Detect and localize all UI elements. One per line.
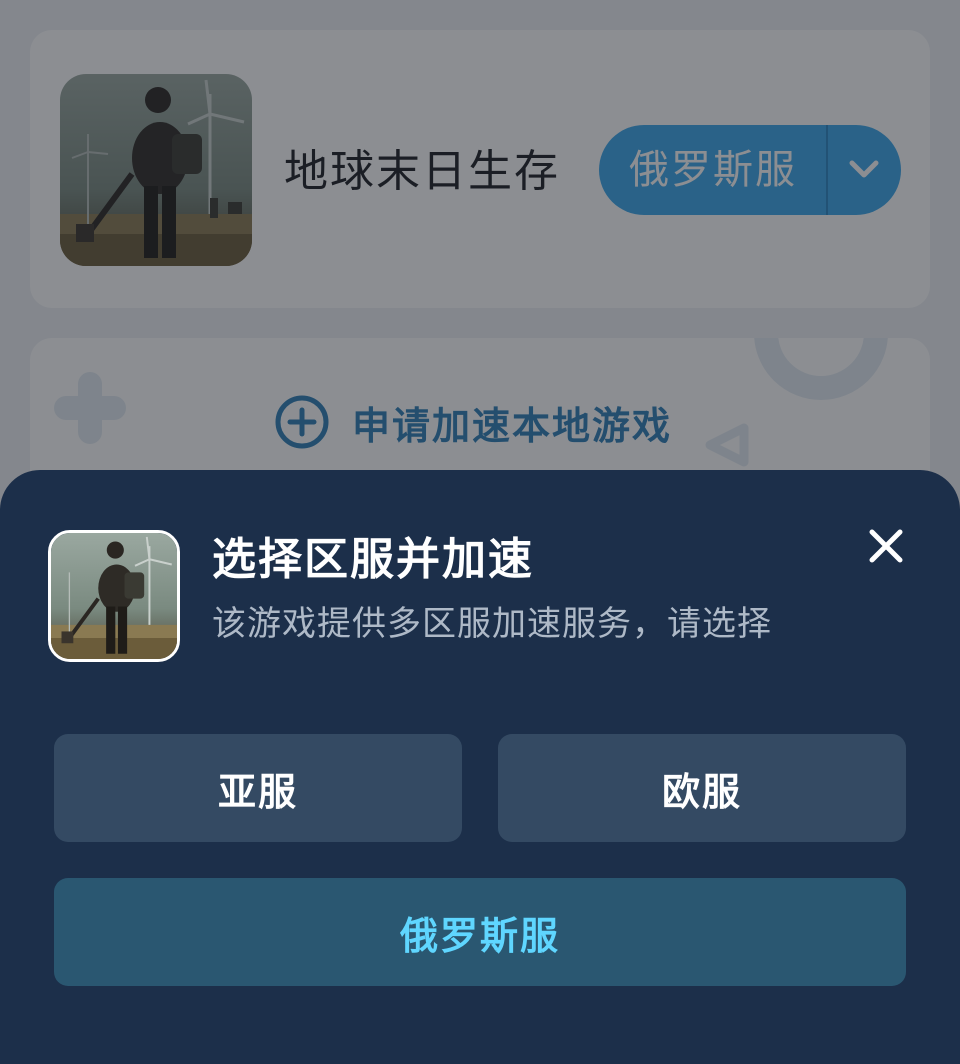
region-russia-button[interactable]: 俄罗斯服 (54, 878, 906, 986)
region-select-sheet: 选择区服并加速 该游戏提供多区服加速服务，请选择 亚服 欧服 俄罗斯服 (0, 470, 960, 1064)
sheet-title: 选择区服并加速 (212, 534, 534, 585)
region-asia-button[interactable]: 亚服 (54, 734, 462, 842)
close-button[interactable] (862, 522, 910, 570)
sheet-game-thumbnail (48, 530, 180, 662)
sheet-subtitle: 该游戏提供多区服加速服务，请选择 (212, 604, 772, 644)
game-cover-image-icon (51, 533, 177, 659)
region-europe-button[interactable]: 欧服 (498, 734, 906, 842)
close-icon[interactable] (868, 528, 904, 564)
